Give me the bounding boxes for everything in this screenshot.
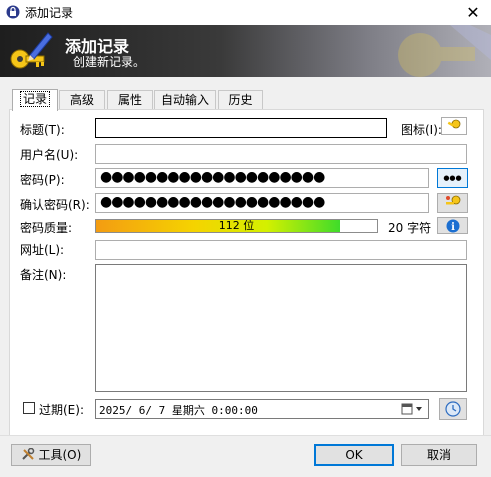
char-count: 20 字符 [388, 221, 432, 235]
username-label: 用户名(U): [20, 148, 79, 162]
icon-label: 图标(I): [401, 123, 442, 137]
info-icon: i [446, 219, 459, 233]
tab-auto-type[interactable]: 自动输入 [154, 90, 216, 110]
title-bar: 添加记录 ✕ [0, 0, 491, 25]
close-button[interactable]: ✕ [455, 0, 491, 25]
expiry-datetime-picker[interactable]: 2025/ 6/ 7 星期六 0:00:00 [95, 399, 429, 419]
notes-label: 备注(N): [20, 268, 67, 282]
url-field[interactable] [95, 240, 467, 260]
password-label: 密码(P): [20, 173, 65, 187]
banner-subtitle: 创建新记录。 [73, 55, 146, 69]
expiry-presets-button[interactable] [439, 398, 467, 420]
window-title: 添加记录 [25, 6, 74, 20]
password-field[interactable]: ●●●●●●●●●●●●●●●●●●●● [95, 168, 429, 188]
cancel-button[interactable]: 取消 [401, 444, 477, 466]
app-lock-icon [6, 5, 20, 19]
key-pen-logo-icon [10, 32, 53, 69]
header-banner: 添加记录 创建新记录。 [0, 25, 491, 77]
expiry-checkbox[interactable] [23, 402, 35, 414]
title-label: 标题(T): [20, 123, 65, 137]
tab-properties[interactable]: 属性 [107, 90, 153, 110]
reveal-password-button[interactable]: ●●● [437, 168, 468, 188]
title-field[interactable] [95, 118, 387, 138]
watermark-graphic [398, 25, 491, 77]
password-quality-bar: 112 位 [95, 219, 378, 233]
ok-button[interactable]: OK [314, 444, 394, 466]
tools-icon [21, 447, 34, 460]
url-label: 网址(L): [20, 243, 65, 257]
confirm-password-label: 确认密码(R): [20, 198, 90, 212]
expiry-value: 2025/ 6/ 7 星期六 0:00:00 [99, 404, 258, 417]
info-icon-glyph: i [451, 222, 455, 233]
tools-label: 工具(O) [38, 448, 82, 462]
key-generator-icon [445, 195, 460, 205]
password-value: ●●●●●●●●●●●●●●●●●●●● [100, 169, 325, 185]
notes-textarea[interactable] [95, 264, 467, 392]
confirm-password-value: ●●●●●●●●●●●●●●●●●●●● [100, 194, 325, 210]
tab-advanced[interactable]: 高级 [59, 90, 105, 110]
quality-bits-text: 112 位 [218, 219, 255, 232]
icon-picker-button[interactable] [441, 117, 467, 135]
tools-button[interactable]: 工具(O) [11, 444, 91, 466]
expiry-label: 过期(E): [39, 403, 84, 417]
tab-history[interactable]: 历史 [218, 90, 263, 110]
quality-label: 密码质量: [20, 221, 73, 235]
password-generator-button[interactable] [437, 193, 468, 213]
tab-entry[interactable]: 记录 [12, 89, 58, 111]
calendar-dropdown-icon[interactable] [401, 403, 425, 415]
quality-info-button[interactable]: i [437, 217, 468, 234]
key-icon [447, 119, 461, 129]
confirm-password-field[interactable]: ●●●●●●●●●●●●●●●●●●●● [95, 193, 429, 213]
clock-icon [445, 401, 461, 417]
username-field[interactable] [95, 144, 467, 164]
